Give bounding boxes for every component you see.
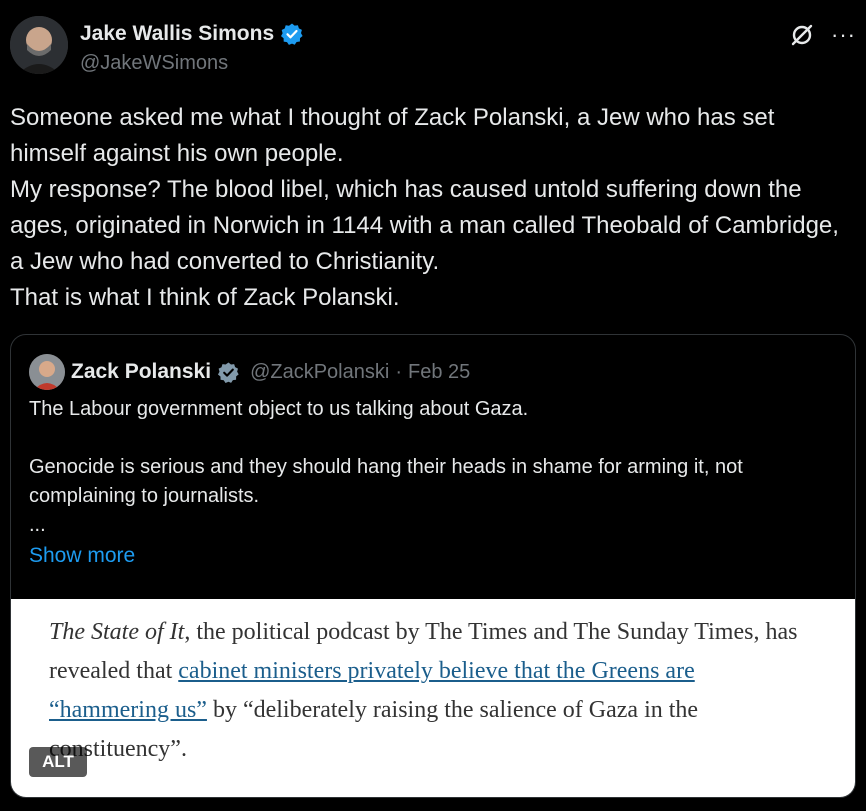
tweet-text: Someone asked me what I thought of Zack … — [10, 100, 856, 316]
podcast-title: The State of It — [49, 619, 185, 645]
tweet-line: That is what I think of Zack Polanski. — [10, 284, 400, 311]
quoted-tweet-text: The Labour government object to us talki… — [29, 395, 839, 540]
show-more-link[interactable]: Show more — [29, 544, 135, 568]
tweet-line: Someone asked me what I thought of Zack … — [10, 104, 775, 167]
quoted-author-name[interactable]: Zack Polanski — [71, 360, 211, 384]
author-name[interactable]: Jake Wallis Simons — [80, 22, 274, 46]
separator-dot: · — [395, 360, 402, 383]
quoted-author-avatar[interactable] — [29, 354, 65, 390]
alt-badge[interactable]: ALT — [29, 747, 87, 777]
grok-icon[interactable] — [789, 22, 815, 48]
quoted-tweet[interactable]: Zack Polanski @ZackPolanski · Feb 25 The… — [10, 334, 856, 798]
more-icon[interactable]: ··· — [831, 24, 856, 46]
tweet-header: Jake Wallis Simons @JakeWSimons ··· — [10, 14, 856, 86]
verified-badge-icon — [281, 23, 303, 45]
tweet-line: My response? The blood libel, which has … — [10, 176, 839, 275]
author-handle[interactable]: @JakeWSimons — [80, 52, 228, 75]
quoted-line: The Labour government object to us talki… — [29, 398, 529, 420]
verified-badge-icon — [218, 361, 239, 383]
quoted-line: Genocide is serious and they should hang… — [29, 456, 743, 507]
quoted-tweet-date[interactable]: Feb 25 — [408, 361, 470, 384]
article-excerpt: The State of It, the political podcast b… — [49, 613, 809, 769]
quoted-tweet-image[interactable]: The State of It, the political podcast b… — [11, 599, 855, 797]
quoted-author-handle[interactable]: @ZackPolanski — [250, 361, 389, 384]
author-avatar[interactable] — [10, 16, 68, 74]
quoted-ellipsis: ... — [29, 514, 46, 536]
